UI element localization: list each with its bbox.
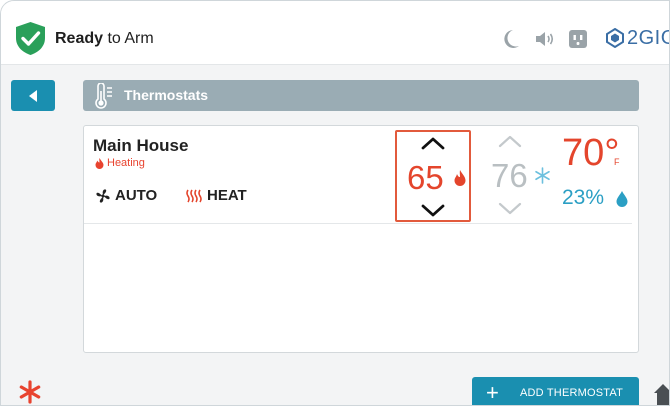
- thermostat-list: Main House Heating AUTO HEAT 65 76 70° F…: [83, 125, 639, 353]
- back-button[interactable]: [11, 80, 55, 111]
- shield-check-icon: [16, 22, 45, 55]
- arm-status-strong: Ready: [55, 30, 104, 47]
- brand-mark-icon: [606, 28, 624, 48]
- top-status-bar: Ready to Arm 2GIG: [1, 1, 669, 65]
- arm-status: Ready to Arm: [55, 30, 154, 48]
- heat-setpoint-value: 65: [407, 159, 444, 196]
- system-mode-button[interactable]: HEAT: [185, 187, 247, 204]
- system-mode-label: HEAT: [207, 187, 247, 204]
- flame-icon: [95, 157, 104, 169]
- water-drop-icon: [616, 191, 628, 207]
- thermometer-icon: [95, 83, 112, 109]
- thermostat-name: Main House: [93, 136, 189, 155]
- asterisk-icon[interactable]: [17, 379, 43, 405]
- heat-setpoint-control: 65: [395, 130, 471, 222]
- speaker-icon[interactable]: [534, 27, 556, 51]
- outlet-icon[interactable]: [568, 27, 588, 51]
- indoor-temperature: 70°: [562, 132, 620, 174]
- snowflake-icon: [535, 167, 550, 184]
- chevron-down-icon[interactable]: [498, 202, 522, 216]
- operating-status-label: Heating: [107, 157, 145, 169]
- row-divider: [84, 223, 632, 224]
- indoor-humidity: 23%: [562, 186, 605, 209]
- arm-status-rest: to Arm: [103, 30, 154, 47]
- heat-waves-icon: [186, 189, 202, 202]
- chevron-up-icon[interactable]: [498, 134, 522, 148]
- brand-logo: 2GIG: [606, 25, 669, 51]
- back-arrow-icon: [29, 89, 37, 102]
- fan-mode-label: AUTO: [115, 187, 158, 204]
- chevron-up-icon[interactable]: [421, 136, 445, 150]
- fan-icon: [96, 188, 110, 203]
- plus-icon: +: [486, 380, 499, 405]
- cool-setpoint-value: 76: [491, 157, 528, 194]
- chevron-down-icon[interactable]: [421, 204, 445, 218]
- add-thermostat-button[interactable]: + ADD THERMOSTAT: [472, 377, 639, 405]
- home-icon[interactable]: [653, 382, 670, 406]
- operating-status: Heating: [95, 157, 145, 169]
- brand-name: 2GIG: [627, 26, 669, 49]
- section-header: Thermostats: [83, 80, 639, 111]
- fan-mode-button[interactable]: AUTO: [95, 187, 157, 204]
- add-thermostat-label: ADD THERMOSTAT: [520, 387, 624, 399]
- thermostat-screen: Ready to Arm 2GIG: [0, 0, 670, 406]
- temperature-unit: F: [614, 157, 620, 167]
- page-title: Thermostats: [124, 87, 209, 103]
- moon-icon[interactable]: [501, 27, 521, 51]
- flame-icon: [454, 170, 466, 186]
